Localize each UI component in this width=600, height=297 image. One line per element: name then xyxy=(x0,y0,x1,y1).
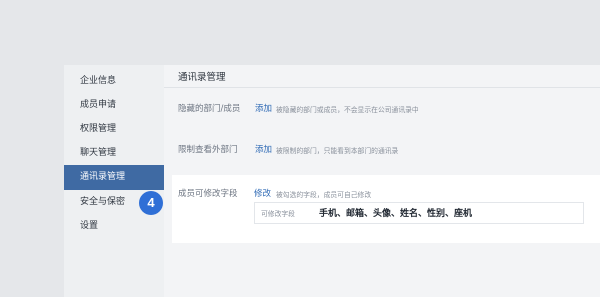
hidden-members-label: 隐藏的部门/成员 xyxy=(178,104,241,114)
restricted-departments-add-link[interactable]: 添加 xyxy=(255,143,272,155)
editable-fields-modify-link[interactable]: 修改 xyxy=(254,187,271,199)
editable-fields-value: 手机、邮箱、头像、姓名、性别、座机 xyxy=(319,209,473,219)
editable-fields-box: 可修改字段 手机、邮箱、头像、姓名、性别、座机 xyxy=(254,202,584,224)
restricted-departments-label: 限制查看外部门 xyxy=(178,145,238,155)
editable-fields-box-label: 可修改字段 xyxy=(261,210,295,218)
editable-fields-card: 成员可修改字段 修改 被勾选的字段，成员可自己修改 可修改字段 手机、邮箱、头像… xyxy=(172,175,600,243)
restricted-departments-description: 被限制的部门，只能看到本部门的通讯录 xyxy=(276,147,399,155)
sidebar-item-contacts-management[interactable]: 通讯录管理 xyxy=(64,165,164,190)
sidebar-item-chat-management[interactable]: 聊天管理 xyxy=(64,141,164,165)
hidden-members-description: 被隐藏的部门或成员，不会显示在公司通讯录中 xyxy=(276,106,419,114)
sidebar-item-member-applications[interactable]: 成员申请 xyxy=(64,93,164,117)
hidden-members-add-link[interactable]: 添加 xyxy=(255,102,272,114)
page-title: 通讯录管理 xyxy=(178,72,226,83)
editable-fields-description: 被勾选的字段，成员可自己修改 xyxy=(276,191,372,199)
title-divider xyxy=(164,87,600,88)
sidebar-item-permissions[interactable]: 权限管理 xyxy=(64,117,164,141)
editable-fields-label: 成员可修改字段 xyxy=(178,189,238,199)
sidebar-item-company-info[interactable]: 企业信息 xyxy=(64,69,164,93)
sidebar-item-settings[interactable]: 设置 xyxy=(64,214,164,238)
settings-sidebar: 企业信息 成员申请 权限管理 聊天管理 通讯录管理 安全与保密 设置 xyxy=(64,65,164,297)
step-number-badge: 4 xyxy=(139,191,163,215)
contacts-management-panel: 通讯录管理 隐藏的部门/成员 添加 被隐藏的部门或成员，不会显示在公司通讯录中 … xyxy=(164,65,600,297)
